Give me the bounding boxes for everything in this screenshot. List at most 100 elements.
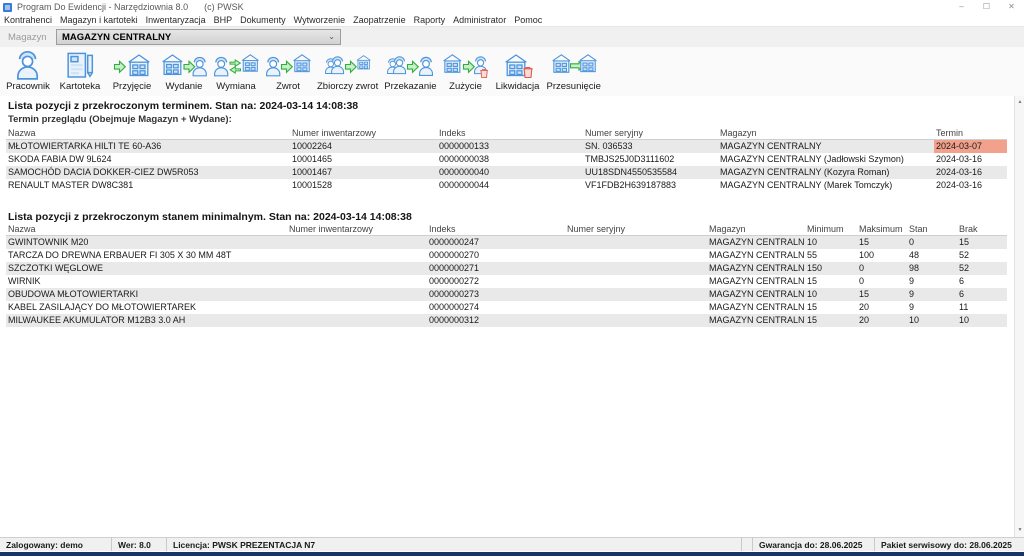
toolbar-button-zwrot[interactable]: Zwrot	[262, 49, 314, 93]
table-row[interactable]: SAMOCHÓD DACIA DOKKER-CIEZ DW5R053100014…	[6, 166, 1007, 179]
table-row[interactable]: KABEL ZASILAJĄCY DO MŁOTOWIERTAREK 000000…	[6, 301, 1007, 314]
table-cell: 0000000247	[427, 235, 565, 249]
toolbar-button-label: Przesunięcie	[547, 81, 601, 92]
consumption-icon	[443, 50, 489, 80]
menu-item-raporty[interactable]: Raporty	[410, 15, 450, 25]
license: Licencja: PWSK PREZENTACJA N7	[167, 538, 742, 551]
table-cell: 52	[957, 262, 1007, 275]
table-cell	[287, 275, 427, 288]
table-cell: 11	[957, 301, 1007, 314]
table-header-row: NazwaNumer inwentarzowyIndeksNumer seryj…	[6, 223, 1007, 235]
menu-item-bhp[interactable]: BHP	[210, 15, 237, 25]
status-bar: Zalogowany: demoWer: 8.0Licencja: PWSK P…	[0, 537, 1024, 551]
table-cell: 0000000312	[427, 314, 565, 327]
handover-icon	[387, 50, 433, 80]
column-header-magazyn: Magazyn	[718, 127, 934, 139]
title-bar: Program Do Ewidencji - Narzędziownia 8.0…	[0, 0, 1024, 14]
warehouse-select[interactable]: MAGAZYN CENTRALNY ⌄	[56, 29, 341, 45]
file-card-icon	[57, 50, 103, 80]
toolbar-button-przyjecie[interactable]: Przyjęcie	[106, 49, 158, 93]
table-cell: WIRNIK	[6, 275, 287, 288]
vertical-scrollbar[interactable]: ▲ ▼	[1014, 96, 1024, 537]
toolbar-button-label: Pracownik	[6, 81, 50, 92]
table-cell: 10	[957, 314, 1007, 327]
toolbar-button-wymiana[interactable]: Wymiana	[210, 49, 262, 93]
table-cell: KABEL ZASILAJĄCY DO MŁOTOWIERTAREK	[6, 301, 287, 314]
menu-item-wytworzenie[interactable]: Wytworzenie	[290, 15, 349, 25]
table-cell: OBUDOWA MŁOTOWIERTARKI	[6, 288, 287, 301]
toolbar-button-label: Kartoteka	[60, 81, 101, 92]
table-row[interactable]: MILWAUKEE AKUMULATOR M12B3 3.0 AH0000000…	[6, 314, 1007, 327]
table-row[interactable]: SKODA FABIA DW 9L624100014650000000038TM…	[6, 153, 1007, 166]
bulk-return-icon	[325, 50, 371, 80]
table-cell: 10	[907, 314, 957, 327]
table-cell: 15	[805, 301, 857, 314]
column-header-numer-inwentarzowy: Numer inwentarzowy	[287, 223, 427, 235]
table-cell: 98	[907, 262, 957, 275]
menu-item-magazyn-i-kartoteki[interactable]: Magazyn i kartoteki	[56, 15, 142, 25]
table-cell: MŁOTOWIERTARKA HILTI TE 60-A36	[6, 139, 290, 153]
toolbar-button-przesuniecie[interactable]: Przesunięcie	[544, 49, 604, 93]
table-cell: 0	[857, 262, 907, 275]
column-header-minimum: Minimum	[805, 223, 857, 235]
maximize-icon[interactable]: ☐	[974, 0, 999, 14]
table-cell	[565, 262, 707, 275]
toolbar-button-przekazanie[interactable]: Przekazanie	[381, 49, 439, 93]
table-cell: 20	[857, 301, 907, 314]
return-icon	[265, 50, 311, 80]
table-cell: MAGAZYN CENTRALNY	[707, 249, 805, 262]
table-cell: MAGAZYN CENTRALNY	[718, 139, 934, 153]
menu-item-zaopatrzenie[interactable]: Zaopatrzenie	[349, 15, 410, 25]
table-cell: 6	[957, 288, 1007, 301]
toolbar-button-zbiorczy-zwrot[interactable]: Zbiorczy zwrot	[314, 49, 381, 93]
transfer-icon	[551, 50, 597, 80]
table-row[interactable]: SZCZOTKI WĘGLOWE0000000271MAGAZYN CENTRA…	[6, 262, 1007, 275]
toolbar-button-likwidacja[interactable]: Likwidacja	[492, 49, 544, 93]
menu-item-inwentaryzacja[interactable]: Inwentaryzacja	[142, 15, 210, 25]
table-row[interactable]: WIRNIK0000000272MAGAZYN CENTRALNY15096	[6, 275, 1007, 288]
warehouse-filter-label: Magazyn	[0, 32, 48, 43]
table-cell: 0	[857, 275, 907, 288]
table-cell	[287, 249, 427, 262]
table-row[interactable]: TARCZA DO DREWNA ERBAUER FI 305 X 30 MM …	[6, 249, 1007, 262]
table-cell: 9	[907, 288, 957, 301]
table-cell: 20	[857, 314, 907, 327]
table-cell: 10001467	[290, 166, 437, 179]
close-icon[interactable]: ✕	[999, 0, 1024, 14]
table-row[interactable]: MŁOTOWIERTARKA HILTI TE 60-A361000226400…	[6, 139, 1007, 153]
column-header-nazwa: Nazwa	[6, 127, 290, 139]
scroll-up-icon[interactable]: ▲	[1015, 97, 1024, 108]
toolbar-button-wydanie[interactable]: Wydanie	[158, 49, 210, 93]
table-cell: 10	[805, 288, 857, 301]
table-row[interactable]: OBUDOWA MŁOTOWIERTARKI0000000273MAGAZYN …	[6, 288, 1007, 301]
toolbar-button-zuzycie[interactable]: Zużycie	[440, 49, 492, 93]
menu-item-dokumenty[interactable]: Dokumenty	[236, 15, 290, 25]
table-cell: 9	[907, 275, 957, 288]
minimize-icon[interactable]: –	[949, 0, 974, 14]
table-cell: 0000000270	[427, 249, 565, 262]
column-header-numer-inwentarzowy: Numer inwentarzowy	[290, 127, 437, 139]
overdue-term-table: NazwaNumer inwentarzowyIndeksNumer seryj…	[6, 127, 1007, 192]
toolbar-button-kartoteka[interactable]: Kartoteka	[54, 49, 106, 93]
table-cell: VF1FDB2H639187883	[583, 179, 718, 192]
table-row[interactable]: GWINTOWNIK M200000000247MAGAZYN CENTRALN…	[6, 235, 1007, 249]
column-header-indeks: Indeks	[427, 223, 565, 235]
overdue-term-section-title: Lista pozycji z przekroczonym terminem. …	[8, 100, 358, 112]
status-bar-left: Zalogowany: demoWer: 8.0Licencja: PWSK P…	[0, 538, 742, 551]
menu-item-kontrahenci[interactable]: Kontrahenci	[0, 15, 56, 25]
column-header-maksimum: Maksimum	[857, 223, 907, 235]
menu-item-administrator[interactable]: Administrator	[449, 15, 510, 25]
table-cell: MAGAZYN CENTRALNY	[707, 314, 805, 327]
toolbar-button-pracownik[interactable]: Pracownik	[2, 49, 54, 93]
table-cell	[287, 288, 427, 301]
table-header-row: NazwaNumer inwentarzowyIndeksNumer seryj…	[6, 127, 1007, 139]
scroll-down-icon[interactable]: ▼	[1015, 525, 1024, 536]
table-row[interactable]: RENAULT MASTER DW8C381100015280000000044…	[6, 179, 1007, 192]
menu-bar: KontrahenciMagazyn i kartotekiInwentaryz…	[0, 14, 1024, 26]
window-controls: – ☐ ✕	[949, 0, 1024, 14]
table-cell: MAGAZYN CENTRALNY	[707, 288, 805, 301]
table-cell: 0000000044	[437, 179, 583, 192]
table-cell: 0000000274	[427, 301, 565, 314]
menu-item-pomoc[interactable]: Pomoc	[510, 15, 546, 25]
table-cell	[287, 235, 427, 249]
